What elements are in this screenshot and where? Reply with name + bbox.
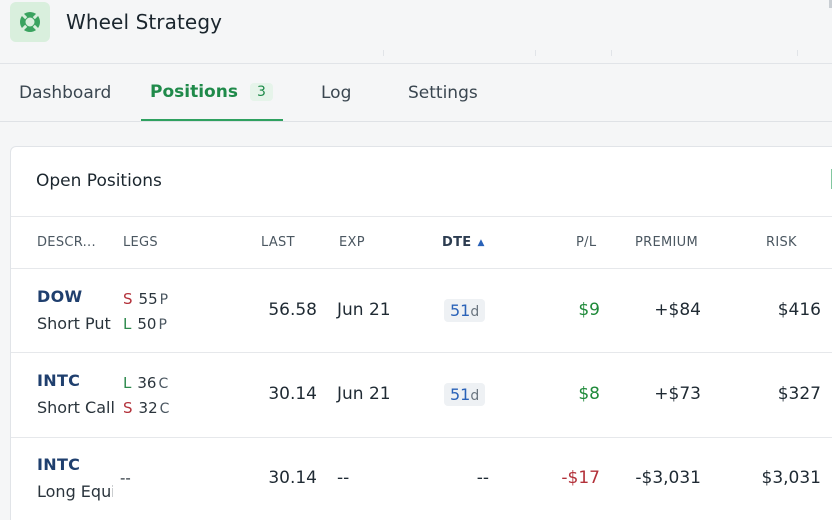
col-header-dte[interactable]: DTE ▲ [442, 235, 485, 250]
col-header-pl[interactable]: P/L [576, 235, 596, 250]
divider [11, 352, 832, 353]
tab-dashboard[interactable]: Dashboard [19, 64, 111, 121]
risk-value: $416 [777, 300, 821, 320]
expiration: Jun 21 [337, 384, 391, 404]
expiration: Jun 21 [337, 300, 391, 320]
leg-type: P [159, 292, 169, 308]
dte-badge: 51d [444, 299, 486, 322]
tab-log[interactable]: Log [321, 64, 351, 121]
dte-unit: d [470, 304, 480, 320]
leg-side: L [123, 374, 132, 392]
dte-badge: 51d [444, 383, 486, 406]
last-price: 30.14 [268, 468, 317, 488]
dte-value: 51 [450, 301, 471, 320]
premium-value: +$73 [654, 384, 701, 404]
leg-side: L [123, 315, 132, 333]
col-header-premium[interactable]: PREMIUM [635, 235, 698, 250]
app-title: Wheel Strategy [66, 10, 223, 34]
dte-empty: -- [476, 468, 489, 488]
premium-value: -$3,031 [635, 468, 701, 488]
leg-type: P [158, 317, 167, 333]
premium-value: +$84 [654, 300, 701, 320]
pl-value: $8 [578, 384, 600, 404]
leg-item: S 32 C [123, 399, 169, 417]
leg-side: S [123, 399, 133, 417]
last-price: 56.58 [268, 300, 317, 320]
col-header-description[interactable]: DESCR... [37, 235, 96, 250]
divider [11, 437, 832, 438]
position-symbol[interactable]: INTC [37, 371, 80, 390]
pl-value: -$17 [561, 468, 600, 488]
tab-label: Log [321, 82, 352, 103]
col-header-risk[interactable]: RISK [766, 235, 797, 250]
app-logo[interactable] [10, 2, 50, 42]
col-header-exp[interactable]: EXP [339, 235, 365, 250]
position-description: Long Equi [37, 482, 113, 501]
divider [11, 216, 832, 217]
leg-strike: 55 [138, 290, 158, 308]
last-price: 30.14 [268, 384, 317, 404]
sort-ascending-icon: ▲ [477, 238, 485, 248]
leg-type: C [159, 401, 170, 417]
leg-item: S 55 P [123, 290, 168, 308]
leg-side: S [123, 290, 133, 308]
risk-value: $3,031 [761, 468, 821, 488]
tab-label: Settings [408, 82, 478, 103]
position-symbol[interactable]: DOW [37, 287, 82, 306]
divider [11, 268, 832, 269]
lifebuoy-icon [20, 12, 40, 32]
tab-positions[interactable]: Positions 3 [141, 64, 283, 121]
positions-count-badge: 3 [249, 82, 273, 101]
tab-label: Positions [150, 81, 238, 102]
col-header-legs[interactable]: LEGS [123, 235, 158, 250]
main-tabs: Dashboard Positions 3 Log Settings [0, 64, 832, 122]
position-symbol[interactable]: INTC [37, 455, 80, 474]
legs-empty: -- [120, 469, 131, 487]
expiration: -- [337, 468, 350, 488]
leg-strike: 50 [137, 315, 157, 333]
leg-item: L 50 P [123, 315, 167, 333]
tab-settings[interactable]: Settings [408, 64, 478, 121]
dte-unit: d [470, 388, 480, 404]
risk-value: $327 [777, 384, 821, 404]
open-positions-card: Open Positions DESCR... LEGS LAST EXP DT… [10, 146, 832, 520]
tab-label: Dashboard [19, 82, 112, 103]
pl-value: $9 [578, 300, 600, 320]
leg-strike: 32 [138, 399, 158, 417]
col-header-last[interactable]: LAST [261, 235, 295, 250]
leg-item: L 36 C [123, 374, 168, 392]
position-description: Short Call [37, 398, 115, 417]
leg-strike: 36 [137, 374, 157, 392]
dte-value: 51 [450, 385, 471, 404]
app-header: Wheel Strategy [0, 0, 832, 64]
card-title: Open Positions [36, 171, 162, 191]
leg-type: C [158, 376, 169, 392]
position-description: Short Put [37, 314, 111, 333]
col-header-dte-label: DTE [442, 235, 472, 250]
